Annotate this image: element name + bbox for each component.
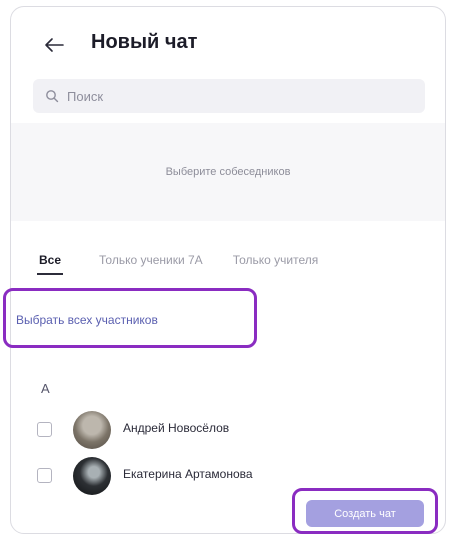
new-chat-dialog: Новый чат Выберите собеседников Все Толь… — [10, 6, 446, 534]
contact-row[interactable]: Андрей Новосёлов — [11, 409, 445, 449]
contact-name: Екатерина Артамонова — [123, 467, 253, 481]
search-input[interactable] — [65, 87, 409, 105]
contact-checkbox[interactable] — [37, 468, 52, 483]
contact-checkbox[interactable] — [37, 422, 52, 437]
selected-hint: Выберите собеседников — [165, 166, 291, 178]
search-icon — [46, 90, 59, 103]
search-field[interactable] — [33, 79, 425, 113]
tab-all[interactable]: Все — [36, 253, 64, 275]
avatar — [73, 457, 111, 495]
selected-participants-area: Выберите собеседников — [11, 123, 445, 221]
avatar — [73, 411, 111, 449]
tab-teachers[interactable]: Только учителя — [233, 253, 319, 275]
dialog-header: Новый чат — [11, 7, 445, 77]
group-letter: А — [41, 381, 50, 396]
tab-bar: Все Только ученики 7А Только учителя — [11, 253, 445, 283]
create-chat-button[interactable]: Создать чат — [306, 500, 424, 527]
page-title: Новый чат — [91, 31, 198, 53]
contact-name: Андрей Новосёлов — [123, 421, 230, 435]
tab-students[interactable]: Только ученики 7А — [99, 253, 203, 275]
back-arrow-icon[interactable] — [43, 37, 65, 53]
select-all-link[interactable]: Выбрать всех участников — [16, 313, 158, 327]
